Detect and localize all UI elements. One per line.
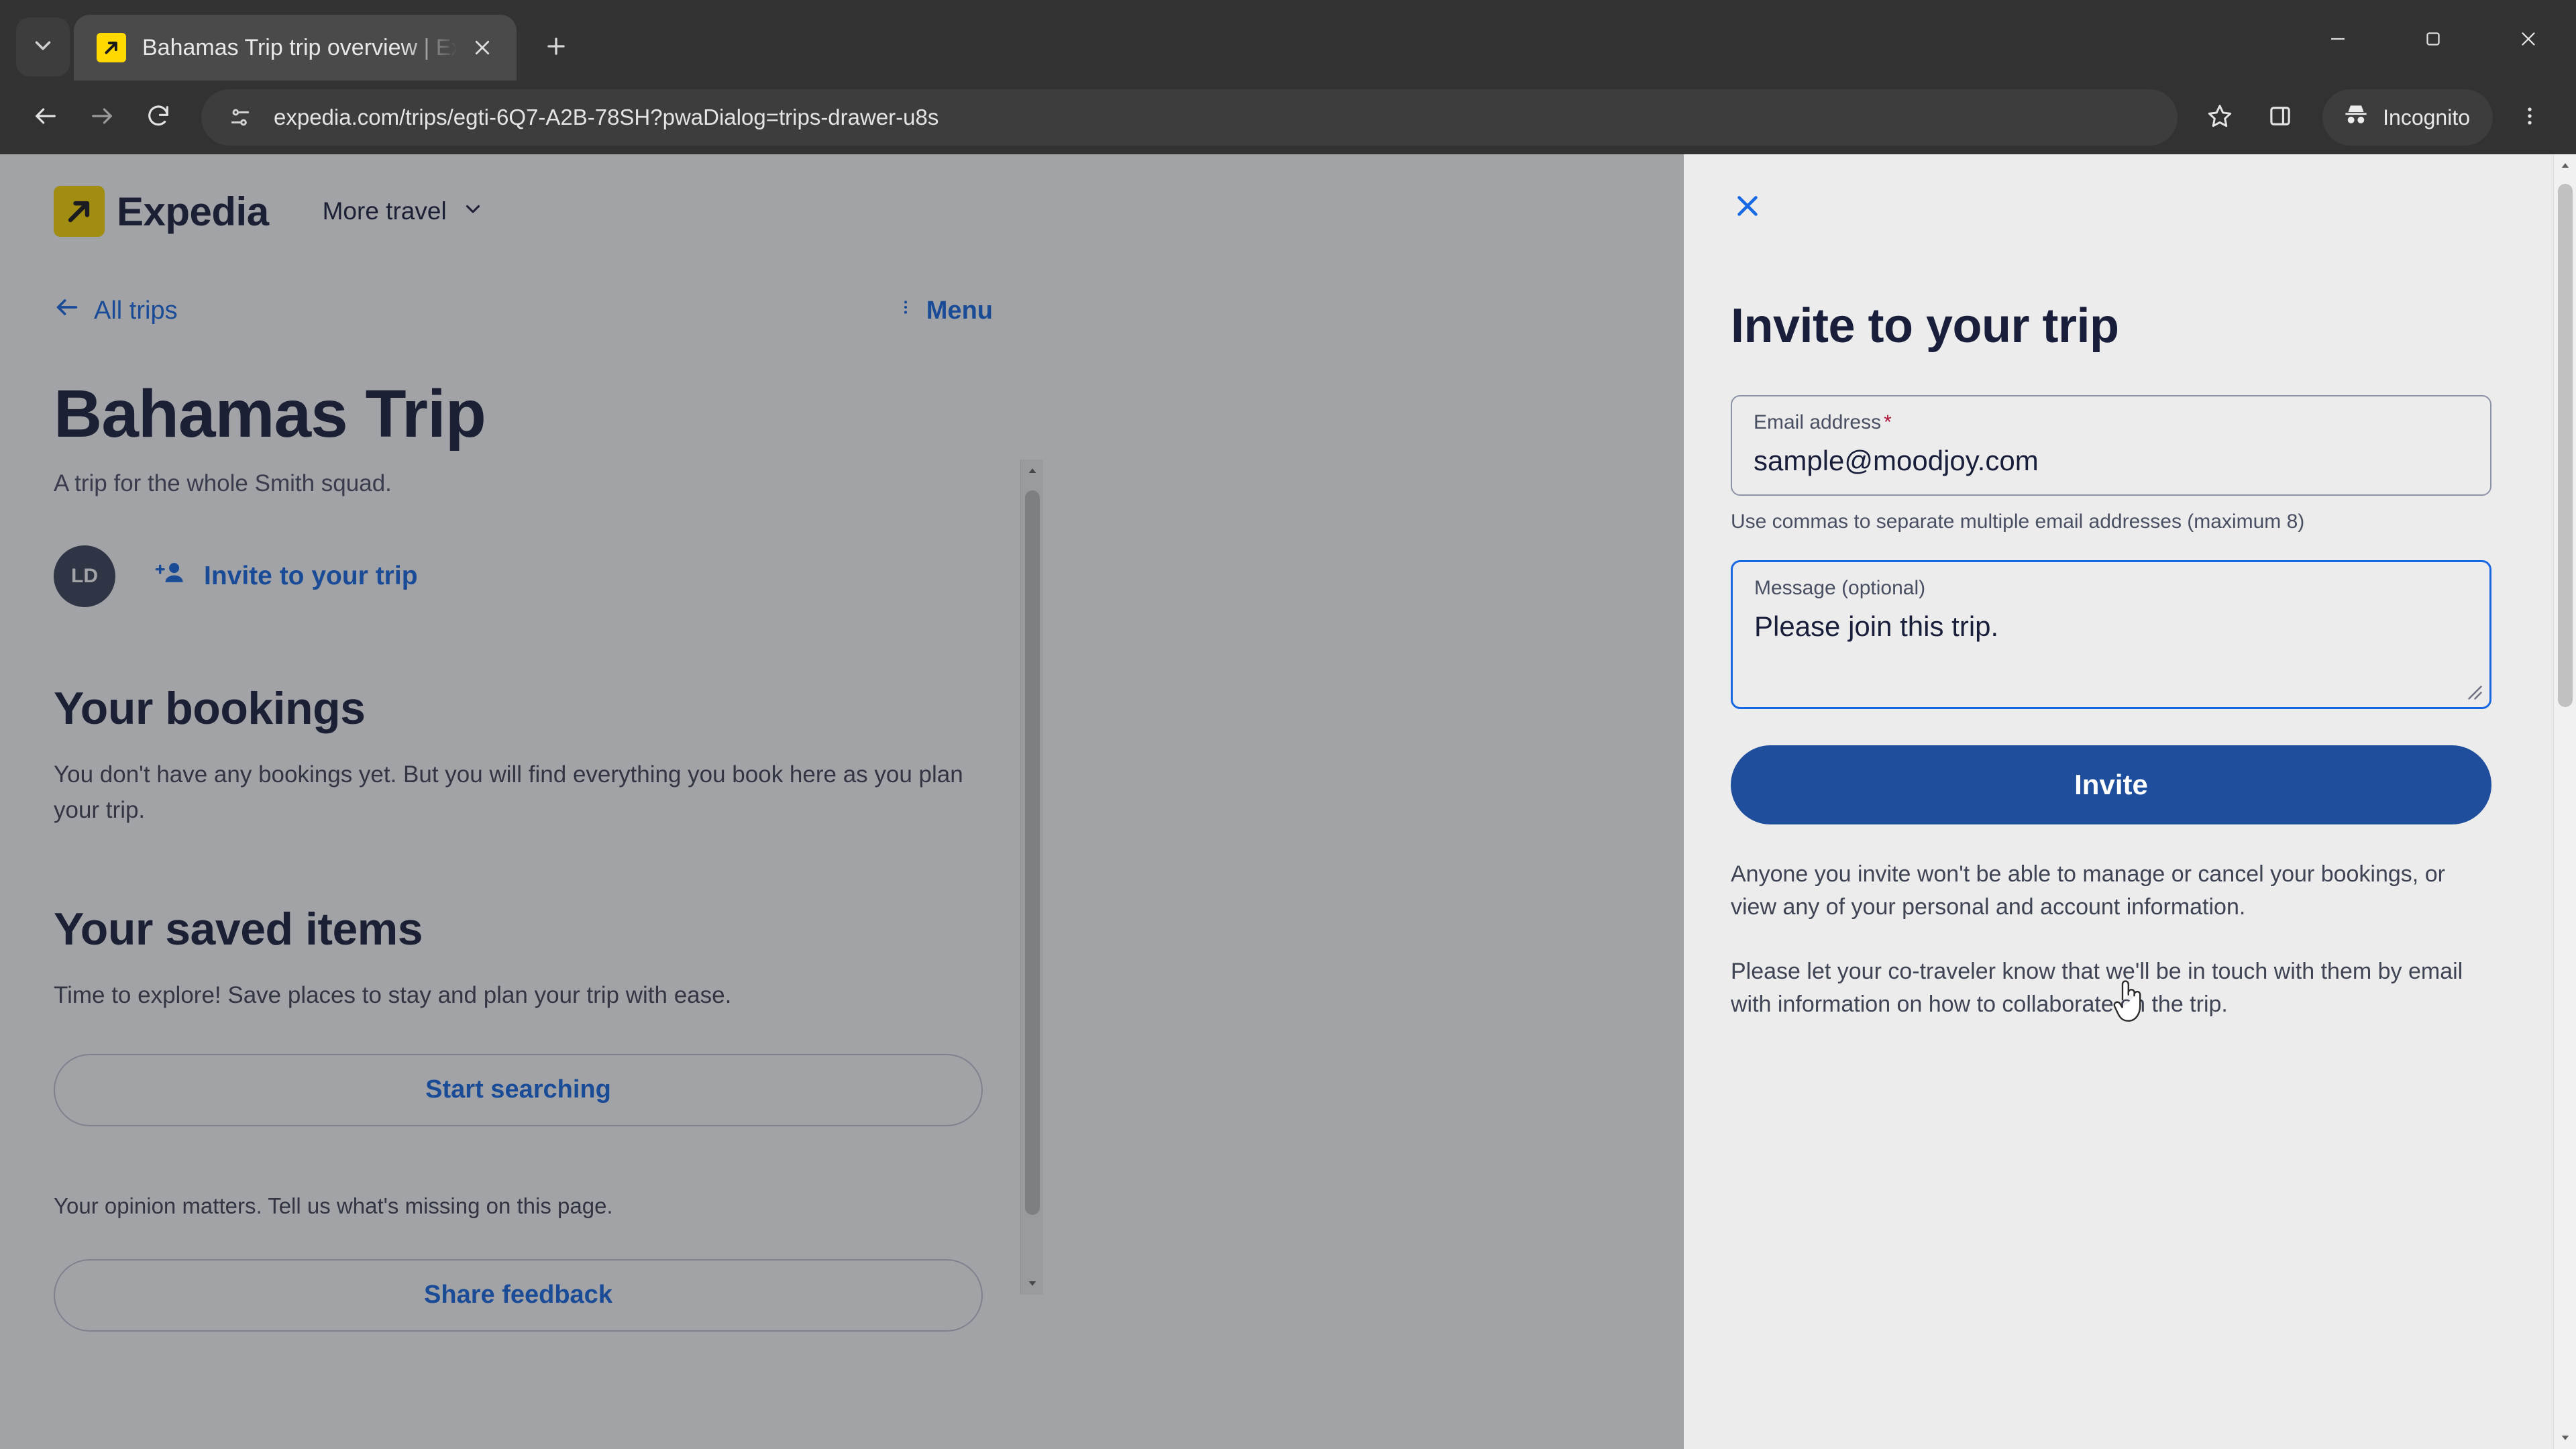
drawer-scroll-down-button[interactable] [2554,1426,2576,1449]
start-searching-button[interactable]: Start searching [54,1053,983,1126]
minimize-icon [2326,28,2349,54]
more-travel-label: More travel [322,197,447,225]
person-add-icon [154,558,204,594]
bookings-heading: Your bookings [54,683,366,734]
side-panel-icon [2266,102,2294,133]
three-dots-vertical-icon [897,294,926,327]
three-dots-vertical-icon [2518,105,2541,131]
close-icon [1732,191,1763,225]
star-icon [2206,102,2234,133]
email-field-label: Email address * [1754,411,1892,433]
share-feedback-button[interactable]: Share feedback [54,1258,983,1332]
resize-handle-icon[interactable] [2460,678,2484,702]
browser-tab[interactable]: Bahamas Trip trip overview | Exp [74,15,517,80]
expedia-logo[interactable]: Expedia [54,186,269,237]
back-button[interactable] [17,89,74,146]
bookmark-button[interactable] [2190,89,2250,146]
drawer-note-1: Anyone you invite won't be able to manag… [1731,861,2445,920]
trip-menu-button[interactable]: Menu [897,294,993,327]
browser-window: Bahamas Trip trip overview | Exp expedia… [0,0,2576,1449]
invite-drawer: Invite to your trip Email address * sampl… [1684,154,2576,1449]
maximize-restore-icon [2422,28,2445,54]
chevron-down-icon [447,197,484,226]
window-close-icon [2517,28,2540,54]
reload-button[interactable] [130,89,186,146]
maximize-button[interactable] [2385,0,2481,80]
incognito-label: Incognito [2383,105,2470,129]
drawer-scrollbar[interactable] [2553,154,2576,1449]
incognito-indicator[interactable]: Incognito [2322,89,2493,146]
message-field-label: Message (optional) [1754,577,1926,599]
all-trips-link[interactable]: All trips [54,294,178,327]
more-travel-menu[interactable]: More travel [323,197,484,226]
saved-items-body: Time to explore! Save places to stay and… [54,982,732,1008]
feedback-body: Your opinion matters. Tell us what's mis… [54,1193,613,1218]
tab-search-button[interactable] [16,17,70,76]
trip-content: All trips Menu Bahamas Trip A trip for t… [0,294,1046,1332]
email-field-value: sample@moodjoy.com [1754,445,2039,476]
page-title: Bahamas Trip [54,376,486,451]
drawer-scrollbar-thumb[interactable] [2558,184,2573,707]
arrow-left-icon [54,294,94,327]
email-field[interactable]: Email address * sample@moodjoy.com [1731,395,2491,496]
window-close-button[interactable] [2481,0,2576,80]
site-settings-icon[interactable] [221,99,259,136]
bookings-body: You don't have any bookings yet. But you… [54,761,963,823]
incognito-icon [2341,100,2383,135]
expedia-logo-icon [54,186,105,237]
expedia-logo-text: Expedia [117,189,269,234]
forward-button[interactable] [74,89,130,146]
toolbar-right-actions: Incognito [2190,89,2559,146]
forward-arrow-icon [89,103,115,133]
browser-menu-button[interactable] [2501,89,2559,146]
side-panel-button[interactable] [2250,89,2310,146]
drawer-title: Invite to your trip [1731,299,2119,353]
chevron-down-icon [30,33,56,62]
page-viewport: Expedia More travel Get the app [0,154,2576,1449]
required-marker: * [1884,411,1892,433]
back-arrow-icon [32,103,59,133]
tab-close-button[interactable] [463,28,502,67]
message-field[interactable]: Message (optional) Please join this trip… [1731,560,2491,709]
window-controls [2290,0,2576,80]
tab-title: Bahamas Trip trip overview | Exp [142,34,458,60]
all-trips-label: All trips [94,296,178,325]
tab-strip: Bahamas Trip trip overview | Exp [0,0,2576,80]
expedia-favicon [97,33,126,62]
plus-icon [543,34,569,62]
minimize-button[interactable] [2290,0,2385,80]
address-bar-url: expedia.com/trips/egti-6Q7-A2B-78SH?pwaD… [274,105,939,129]
drawer-scroll-up-button[interactable] [2554,154,2576,177]
drawer-note-2: Please let your co-traveler know that we… [1731,958,2463,1017]
saved-items-heading: Your saved items [54,904,423,955]
invite-to-trip-link[interactable]: Invite to your trip [154,558,418,594]
avatar[interactable]: LD [54,545,115,607]
trip-subtitle: A trip for the whole Smith squad. [54,470,392,496]
invite-to-trip-label: Invite to your trip [204,561,418,590]
scroll-down-button[interactable] [1021,1272,1043,1295]
breadcrumb: All trips Menu [54,294,993,327]
page-scrollbar[interactable] [1020,460,1043,1295]
trip-menu-label: Menu [926,296,993,325]
scroll-up-button[interactable] [1021,460,1043,482]
reload-icon [145,103,172,133]
address-bar[interactable]: expedia.com/trips/egti-6Q7-A2B-78SH?pwaD… [201,89,2178,146]
trip-people-row: LD Invite to your trip [54,545,993,607]
new-tab-button[interactable] [531,23,581,72]
message-field-value: Please join this trip. [1754,610,1999,642]
browser-toolbar: expedia.com/trips/egti-6Q7-A2B-78SH?pwaD… [0,80,2576,154]
page-scrollbar-thumb[interactable] [1025,490,1040,1215]
drawer-body: Invite to your trip Email address * sampl… [1684,154,2576,1021]
email-helper-text: Use commas to separate multiple email ad… [1731,511,2305,533]
invite-submit-button[interactable]: Invite [1731,745,2491,824]
drawer-close-button[interactable] [1725,185,1770,229]
